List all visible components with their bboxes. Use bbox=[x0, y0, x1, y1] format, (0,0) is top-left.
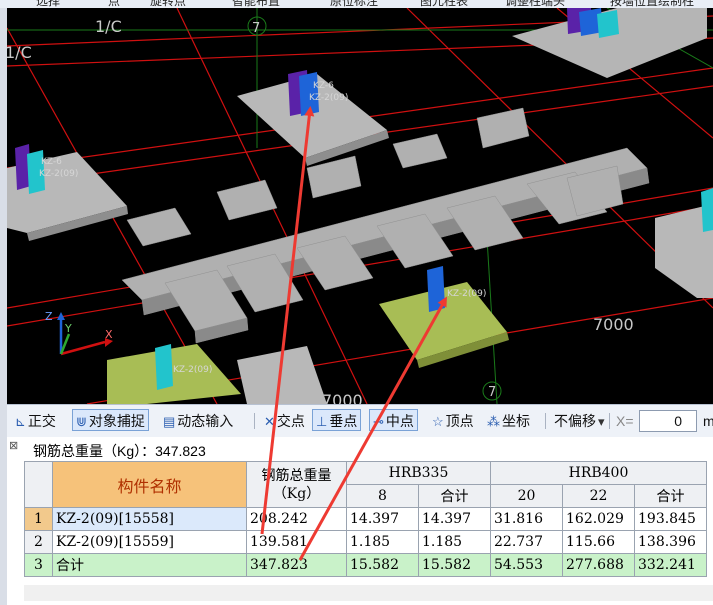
intersection-label: 交点 bbox=[276, 413, 305, 429]
midpoint-label: 中点 bbox=[385, 413, 414, 429]
ortho-icon: ⊾ bbox=[15, 414, 26, 429]
column-header-name[interactable]: 构件名称 bbox=[52, 461, 247, 508]
intersection-snap[interactable]: ✕ 交点 bbox=[260, 409, 309, 431]
column-tag: KZ-2(09) bbox=[447, 289, 486, 299]
dynamic-input-label: 动态输入 bbox=[177, 413, 234, 429]
object-snap-label: 对象捕捉 bbox=[88, 413, 145, 429]
chevron-down-icon: ▾ bbox=[598, 414, 605, 429]
axis-label: 1/C bbox=[7, 43, 32, 62]
midpoint-snap[interactable]: ⊸ 中点 bbox=[369, 409, 418, 431]
table-row[interactable]: 2 KZ-2(09)[15559] 139.581 1.185 1.185 22… bbox=[24, 530, 707, 554]
value-cell[interactable]: 277.688 bbox=[562, 553, 635, 577]
coordinate-label: 坐标 bbox=[502, 413, 530, 429]
row-number: 2 bbox=[24, 530, 53, 554]
x-offset-value: 0 bbox=[674, 413, 682, 429]
value-cell[interactable]: 31.816 bbox=[490, 507, 563, 531]
value-cell[interactable]: 162.029 bbox=[562, 507, 635, 531]
column-header-total-unit: （Kg） bbox=[272, 485, 321, 502]
value-cell[interactable]: 332.241 bbox=[634, 553, 707, 577]
left-dock-strip bbox=[0, 8, 7, 605]
offset-mode-dropdown[interactable]: 不偏移 ▾ bbox=[550, 409, 611, 431]
x-offset-input[interactable]: 0 bbox=[639, 410, 697, 432]
column-tag: KZ-2(09) bbox=[173, 365, 212, 375]
rebar-table: 构件名称 钢筋总重量 （Kg） HRB335 HRB400 8 合计 20 22… bbox=[24, 461, 707, 577]
axis-label: 1/C bbox=[95, 17, 122, 36]
dynamic-input-icon: ▤ bbox=[163, 414, 176, 429]
ortho-toggle[interactable]: ⊾ 正交 bbox=[11, 409, 60, 431]
corner-cell bbox=[24, 461, 53, 508]
value-cell[interactable]: 22.737 bbox=[490, 530, 563, 554]
component-name-cell[interactable]: KZ-2(09)[15559] bbox=[52, 530, 247, 554]
subheader-cell[interactable]: 22 bbox=[562, 484, 635, 508]
separator bbox=[545, 413, 546, 429]
value-cell[interactable]: 1.185 bbox=[418, 530, 491, 554]
column-tag: KZ-2(09) bbox=[309, 93, 348, 103]
total-weight-cell[interactable]: 347.823 bbox=[246, 553, 347, 577]
3d-viewport[interactable]: 1/C 1/C 7 B 7 7000 7000 bbox=[7, 8, 713, 404]
total-weight-cell[interactable]: 139.581 bbox=[246, 530, 347, 554]
perpendicular-label: 垂点 bbox=[329, 413, 358, 429]
dimension-label: 7000 bbox=[593, 315, 634, 334]
svg-text:Y: Y bbox=[64, 322, 72, 335]
close-icon[interactable]: ⊠ bbox=[9, 439, 18, 452]
midpoint-icon: ⊸ bbox=[373, 414, 384, 429]
dimension-label: 7000 bbox=[322, 391, 363, 404]
component-name-cell[interactable]: 合计 bbox=[52, 553, 247, 577]
component-name-cell[interactable]: KZ-2(09)[15558] bbox=[52, 507, 247, 531]
intersection-icon: ✕ bbox=[264, 414, 275, 429]
column-header-hrb335[interactable]: HRB335 bbox=[346, 461, 491, 485]
value-cell[interactable]: 14.397 bbox=[418, 507, 491, 531]
separator bbox=[609, 413, 610, 429]
coordinate-snap[interactable]: ⁂ 坐标 bbox=[483, 409, 534, 431]
subheader-cell[interactable]: 合计 bbox=[418, 484, 491, 508]
axis-label: 7 bbox=[252, 21, 260, 36]
offset-mode-label: 不偏移 bbox=[554, 413, 596, 429]
coordinate-icon: ⁂ bbox=[487, 414, 500, 429]
snap-toolbar: ⊾ 正交 ⋓ 对象捕捉 ▤ 动态输入 ✕ 交点 ⊥ 垂点 ⊸ 中点 ☆ 顶点 ⁂ 坐标 不偏移 ▾… bbox=[7, 404, 713, 438]
value-cell[interactable]: 15.582 bbox=[346, 553, 419, 577]
value-cell[interactable]: 15.582 bbox=[418, 553, 491, 577]
subheader-cell[interactable]: 8 bbox=[346, 484, 419, 508]
value-cell[interactable]: 14.397 bbox=[346, 507, 419, 531]
dynamic-input-toggle[interactable]: ▤ 动态输入 bbox=[159, 409, 237, 431]
subheader-cell[interactable]: 20 bbox=[490, 484, 563, 508]
total-weight-cell[interactable]: 208.242 bbox=[246, 507, 347, 531]
table-row[interactable]: 1 KZ-2(09)[15558] 208.242 14.397 14.397 … bbox=[24, 507, 707, 531]
row-number: 3 bbox=[24, 553, 53, 577]
x-label: X= bbox=[616, 413, 634, 429]
slab-bottom[interactable] bbox=[237, 346, 327, 404]
column-tag: KZ-6 bbox=[313, 81, 334, 91]
ortho-label: 正交 bbox=[27, 413, 56, 429]
total-weight-label: 钢筋总重量（Kg）：347.823 bbox=[33, 443, 206, 459]
value-cell[interactable]: 115.66 bbox=[562, 530, 635, 554]
row-number: 1 bbox=[24, 507, 53, 531]
value-cell[interactable]: 138.396 bbox=[634, 530, 707, 554]
value-cell[interactable]: 193.845 bbox=[634, 507, 707, 531]
horizontal-scrollbar[interactable] bbox=[24, 585, 713, 601]
svg-text:Z: Z bbox=[45, 310, 53, 323]
separator bbox=[254, 413, 255, 429]
axis-label: 7 bbox=[488, 385, 496, 400]
magnet-icon: ⋓ bbox=[76, 414, 87, 429]
column-header-hrb400[interactable]: HRB400 bbox=[490, 461, 707, 485]
column-tag: KZ-6 bbox=[41, 157, 62, 167]
value-cell[interactable]: 1.185 bbox=[346, 530, 419, 554]
perpendicular-snap[interactable]: ⊥ 垂点 bbox=[312, 409, 362, 431]
subheader-cell[interactable]: 合计 bbox=[634, 484, 707, 508]
unit-label: mm bbox=[703, 413, 713, 429]
vertex-snap[interactable]: ☆ 顶点 bbox=[428, 409, 478, 431]
vertex-label: 顶点 bbox=[445, 413, 474, 429]
svg-text:X: X bbox=[105, 328, 113, 341]
vertex-icon: ☆ bbox=[432, 414, 444, 429]
column-header-total[interactable]: 钢筋总重量 （Kg） bbox=[246, 461, 347, 508]
table-row-sum[interactable]: 3 合计 347.823 15.582 15.582 54.553 277.68… bbox=[24, 553, 707, 577]
coordinate-axes-icon: Z Y X bbox=[45, 310, 113, 356]
column-header-total-label: 钢筋总重量 bbox=[261, 467, 332, 484]
value-cell[interactable]: 54.553 bbox=[490, 553, 563, 577]
object-snap-toggle[interactable]: ⋓ 对象捕捉 bbox=[72, 409, 149, 431]
model-scene[interactable]: 1/C 1/C 7 B 7 7000 7000 bbox=[7, 8, 713, 404]
rebar-result-panel: ⊠ 钢筋总重量（Kg）：347.823 构件名称 钢筋总重量 （Kg） HRB3… bbox=[7, 437, 713, 605]
perpendicular-icon: ⊥ bbox=[316, 414, 328, 429]
column-tag: KZ-2(09) bbox=[39, 169, 78, 179]
